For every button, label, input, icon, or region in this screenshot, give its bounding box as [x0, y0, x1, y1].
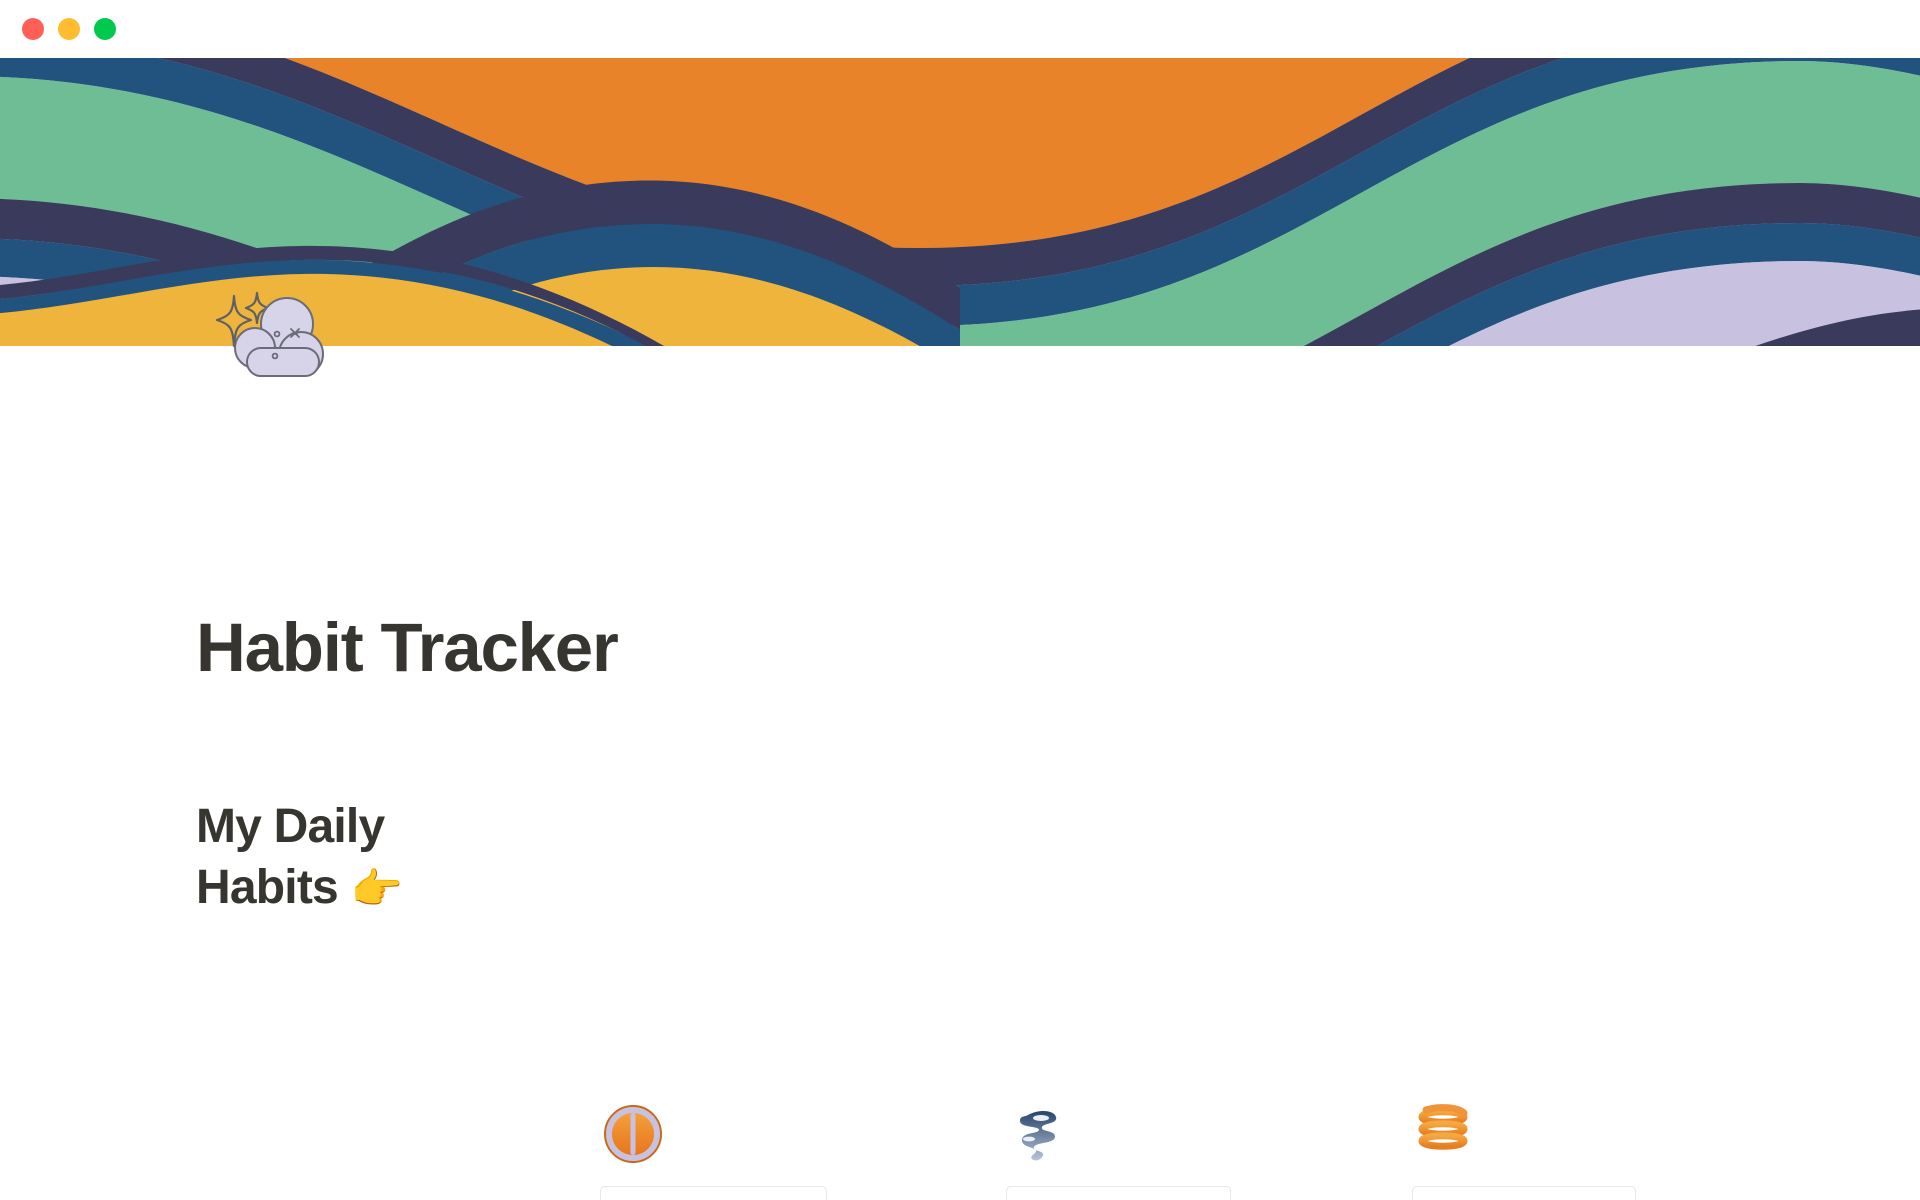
section-heading-line1: My Daily [196, 800, 385, 853]
section-heading-line2: Habits [196, 861, 339, 915]
spring-coil-icon [1412, 1101, 1478, 1167]
pointing-right-emoji-icon: 👉 [350, 865, 403, 913]
page-content: Habit Tracker My Daily Habits 👉 Check of… [0, 346, 1920, 1200]
water-droplet-icon [1006, 1101, 1072, 1167]
close-window-button[interactable] [22, 18, 44, 40]
app-window: Habit Tracker My Daily Habits 👉 Check of… [0, 0, 1920, 1200]
habit-input[interactable]: Moved my body [1412, 1186, 1637, 1200]
habit-cell: 4 glasses of w... [1006, 1101, 1412, 1200]
window-titlebar [0, 0, 1920, 58]
traffic-lights [22, 18, 116, 40]
habit-input[interactable]: A good night s... [600, 1186, 827, 1200]
page-icon-cloud[interactable] [205, 276, 330, 401]
habit-cell: A good night s... [600, 1101, 1006, 1200]
maximize-window-button[interactable] [94, 18, 116, 40]
habit-grid: A good night s... [600, 1101, 1750, 1200]
page-title[interactable]: Habit Tracker [196, 611, 619, 684]
orange-slice-icon [600, 1101, 666, 1167]
habit-cell: Moved my body [1412, 1101, 1818, 1200]
section-heading[interactable]: My Daily Habits 👉 [196, 796, 476, 919]
habit-input[interactable]: 4 glasses of w... [1006, 1186, 1232, 1200]
minimize-window-button[interactable] [58, 18, 80, 40]
